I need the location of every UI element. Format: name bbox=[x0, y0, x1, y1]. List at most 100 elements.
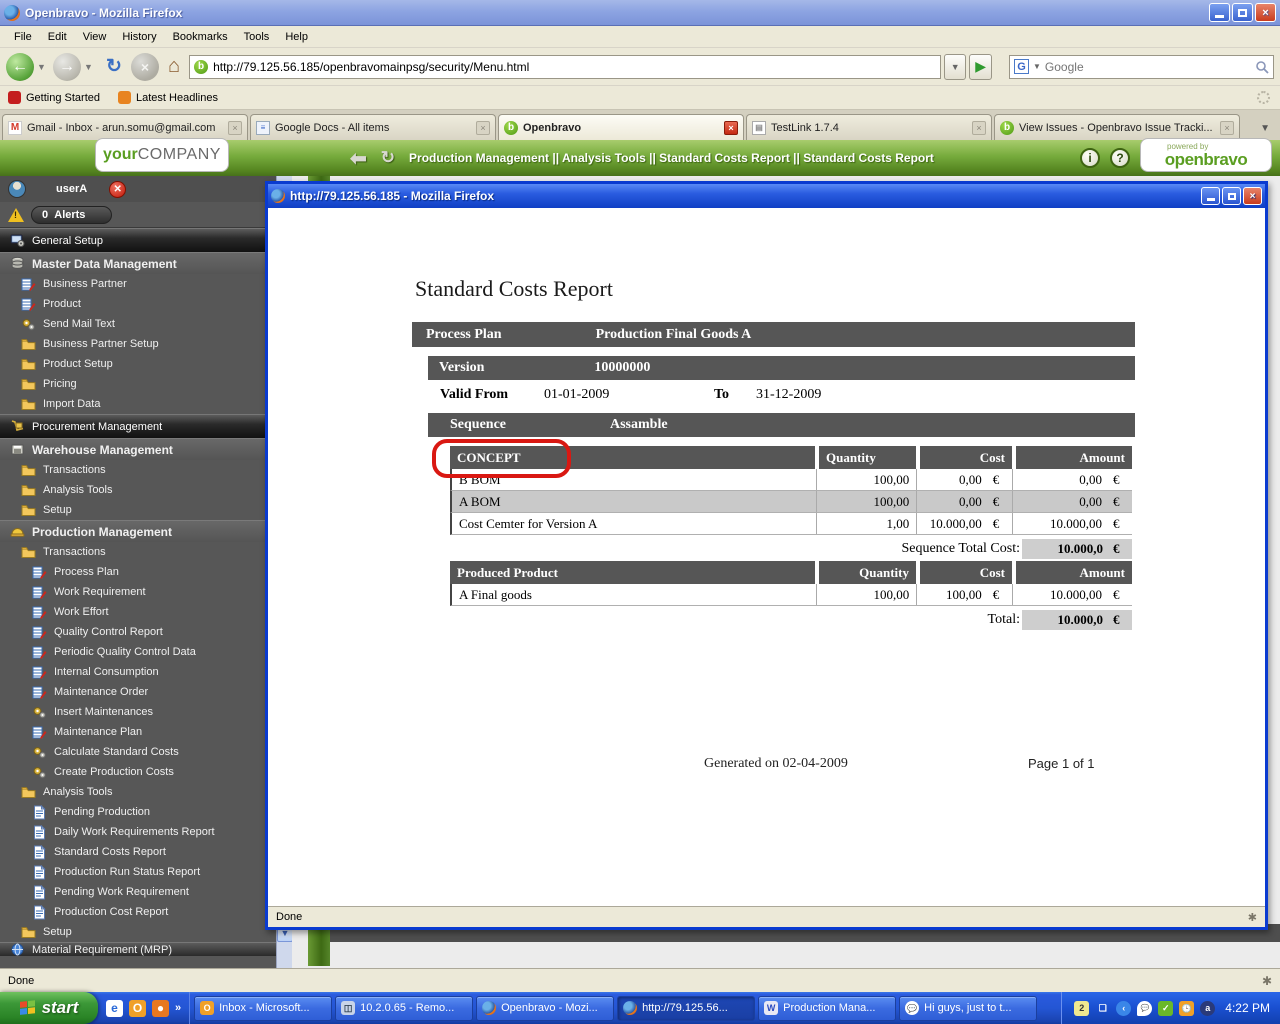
menu-file[interactable]: File bbox=[6, 28, 40, 46]
clock-icon[interactable]: 🕒 bbox=[1179, 1001, 1194, 1016]
sidebar-item-maintenance-order[interactable]: Maintenance Order bbox=[0, 682, 292, 702]
sidebar-item-business-partner-setup[interactable]: Business Partner Setup bbox=[0, 334, 292, 354]
tab-close-icon[interactable]: × bbox=[476, 121, 490, 135]
forward-button[interactable]: → bbox=[53, 53, 81, 81]
sidebar-item-periodic-quality-control-data[interactable]: Periodic Quality Control Data bbox=[0, 642, 292, 662]
sidebar-item-label: Daily Work Requirements Report bbox=[54, 826, 215, 838]
url-input[interactable] bbox=[213, 60, 936, 74]
sidebar-item-send-mail-text[interactable]: Send Mail Text bbox=[0, 314, 292, 334]
sidebar-item-analysis-tools[interactable]: Analysis Tools bbox=[0, 782, 292, 802]
logout-icon[interactable]: ✕ bbox=[109, 181, 126, 198]
sidebar-item-product[interactable]: Product bbox=[0, 294, 292, 314]
sidebar-item-warehouse-management[interactable]: Warehouse Management bbox=[0, 438, 292, 460]
url-dropdown-button[interactable]: ▼ bbox=[944, 54, 966, 80]
quick-launch-overflow-chevron[interactable]: » bbox=[175, 1002, 181, 1014]
sidebar-item-setup[interactable]: Setup bbox=[0, 500, 292, 520]
reload-button[interactable]: ↻ bbox=[100, 53, 128, 81]
menu-edit[interactable]: Edit bbox=[40, 28, 75, 46]
minimize-button[interactable] bbox=[1209, 3, 1230, 22]
tab-close-icon[interactable]: × bbox=[724, 121, 738, 135]
sidebar-item-product-setup[interactable]: Product Setup bbox=[0, 354, 292, 374]
sidebar-item-general-setup[interactable]: General Setup bbox=[0, 228, 292, 252]
sidebar-item-process-plan[interactable]: Process Plan bbox=[0, 562, 292, 582]
go-button[interactable]: ▶ bbox=[969, 54, 992, 80]
taskbar-button[interactable]: http://79.125.56... bbox=[617, 996, 755, 1021]
a-ball-icon[interactable]: a bbox=[1200, 1001, 1215, 1016]
ie-icon[interactable]: e bbox=[106, 1000, 123, 1017]
sidebar-item-business-partner[interactable]: Business Partner bbox=[0, 274, 292, 294]
search-input[interactable] bbox=[1045, 60, 1251, 74]
close-button[interactable]: × bbox=[1255, 3, 1276, 22]
tab-5[interactable]: bView Issues - Openbravo Issue Tracki...… bbox=[994, 114, 1240, 140]
sidebar-item-production-run-status-report[interactable]: Production Run Status Report bbox=[0, 862, 292, 882]
sidebar-item-procurement-management[interactable]: Procurement Management bbox=[0, 414, 292, 438]
sidebar-item-insert-maintenances[interactable]: Insert Maintenances bbox=[0, 702, 292, 722]
hide-chevron-icon[interactable]: ‹ bbox=[1116, 1001, 1131, 1016]
tab-3[interactable]: bOpenbravo× bbox=[498, 114, 744, 140]
green-check-icon[interactable]: ✓ bbox=[1158, 1001, 1173, 1016]
sidebar-item-calculate-standard-costs[interactable]: Calculate Standard Costs bbox=[0, 742, 292, 762]
sidebar-item-setup[interactable]: Setup bbox=[0, 922, 292, 942]
sidebar-item-transactions[interactable]: Transactions bbox=[0, 542, 292, 562]
tab-close-icon[interactable]: × bbox=[1220, 121, 1234, 135]
sidebar-item-create-production-costs[interactable]: Create Production Costs bbox=[0, 762, 292, 782]
help-button[interactable]: ? bbox=[1110, 148, 1130, 168]
taskbar-button[interactable]: Openbravo - Mozi... bbox=[476, 996, 614, 1021]
menu-view[interactable]: View bbox=[75, 28, 115, 46]
sidebar-item-standard-costs-report[interactable]: Standard Costs Report bbox=[0, 842, 292, 862]
menu-help[interactable]: Help bbox=[277, 28, 316, 46]
sidebar-item-pending-work-requirement[interactable]: Pending Work Requirement bbox=[0, 882, 292, 902]
bookmark-item[interactable]: Latest Headlines bbox=[118, 91, 218, 104]
menu-history[interactable]: History bbox=[114, 28, 164, 46]
sidebar-item-production-cost-report[interactable]: Production Cost Report bbox=[0, 902, 292, 922]
menu-tools[interactable]: Tools bbox=[236, 28, 278, 46]
firefox-icon[interactable]: ● bbox=[152, 1000, 169, 1017]
app-back-icon[interactable]: ⬅ bbox=[350, 146, 367, 171]
sidebar-item-analysis-tools[interactable]: Analysis Tools bbox=[0, 480, 292, 500]
sidebar-item-maintenance-plan[interactable]: Maintenance Plan bbox=[0, 722, 292, 742]
notes-2-icon[interactable]: 2 bbox=[1074, 1001, 1089, 1016]
back-dropdown-icon[interactable]: ▼ bbox=[37, 62, 47, 72]
info-button[interactable]: i bbox=[1080, 148, 1100, 168]
bookmark-item[interactable]: Getting Started bbox=[8, 91, 100, 104]
forward-dropdown-icon[interactable]: ▼ bbox=[84, 62, 94, 72]
search-engine-dropdown-icon[interactable]: ▼ bbox=[1033, 62, 1041, 71]
euro-sign: € bbox=[993, 472, 1005, 488]
taskbar-button[interactable]: OInbox - Microsoft... bbox=[194, 996, 332, 1021]
menu-bookmarks[interactable]: Bookmarks bbox=[165, 28, 236, 46]
sidebar-item-pending-production[interactable]: Pending Production bbox=[0, 802, 292, 822]
sidebar-item-master-data-management[interactable]: Master Data Management bbox=[0, 252, 292, 274]
popup-maximize-button[interactable] bbox=[1222, 187, 1241, 205]
tab-close-icon[interactable]: × bbox=[228, 121, 242, 135]
sidebar-item-internal-consumption[interactable]: Internal Consumption bbox=[0, 662, 292, 682]
sidebar-item-transactions[interactable]: Transactions bbox=[0, 460, 292, 480]
start-button[interactable]: start bbox=[0, 992, 98, 1024]
home-button[interactable]: ⌂ bbox=[168, 55, 180, 78]
sidebar-item-work-requirement[interactable]: Work Requirement bbox=[0, 582, 292, 602]
alerts-row[interactable]: 0 Alerts bbox=[0, 202, 292, 228]
sidebar-item-production-management[interactable]: Production Management bbox=[0, 520, 292, 542]
taskbar-button[interactable]: ◫10.2.0.65 - Remo... bbox=[335, 996, 473, 1021]
sidebar-item-quality-control-report[interactable]: Quality Control Report bbox=[0, 622, 292, 642]
outlook-icon[interactable]: O bbox=[129, 1000, 146, 1017]
sidebar-item-daily-work-requirements-report[interactable]: Daily Work Requirements Report bbox=[0, 822, 292, 842]
sidebar-item-pricing[interactable]: Pricing bbox=[0, 374, 292, 394]
taskbar-button[interactable]: 💬Hi guys, just to t... bbox=[899, 996, 1037, 1021]
sidebar-item-import-data[interactable]: Import Data bbox=[0, 394, 292, 414]
magnifier-icon[interactable] bbox=[1255, 60, 1269, 74]
popup-close-button[interactable]: × bbox=[1243, 187, 1262, 205]
popup-minimize-button[interactable] bbox=[1201, 187, 1220, 205]
tab-close-icon[interactable]: × bbox=[972, 121, 986, 135]
app-refresh-icon[interactable]: ↻ bbox=[381, 148, 395, 168]
sidebar-item-material-requirement-mrp-[interactable]: Material Requirement (MRP) bbox=[0, 942, 292, 956]
layout-arrow-icon[interactable]: ❏ bbox=[1095, 1001, 1110, 1016]
stop-button[interactable]: × bbox=[131, 53, 159, 81]
tab-4[interactable]: ▤TestLink 1.7.4× bbox=[746, 114, 992, 140]
restore-button[interactable] bbox=[1232, 3, 1253, 22]
sidebar-item-work-effort[interactable]: Work Effort bbox=[0, 602, 292, 622]
taskbar-button[interactable]: WProduction Mana... bbox=[758, 996, 896, 1021]
messenger-bubble-icon[interactable]: 💬 bbox=[1137, 1001, 1152, 1016]
tab-2[interactable]: ≡Google Docs - All items× bbox=[250, 114, 496, 140]
back-button[interactable]: ← bbox=[6, 53, 34, 81]
tab-1[interactable]: MGmail - Inbox - arun.somu@gmail.com× bbox=[2, 114, 248, 140]
